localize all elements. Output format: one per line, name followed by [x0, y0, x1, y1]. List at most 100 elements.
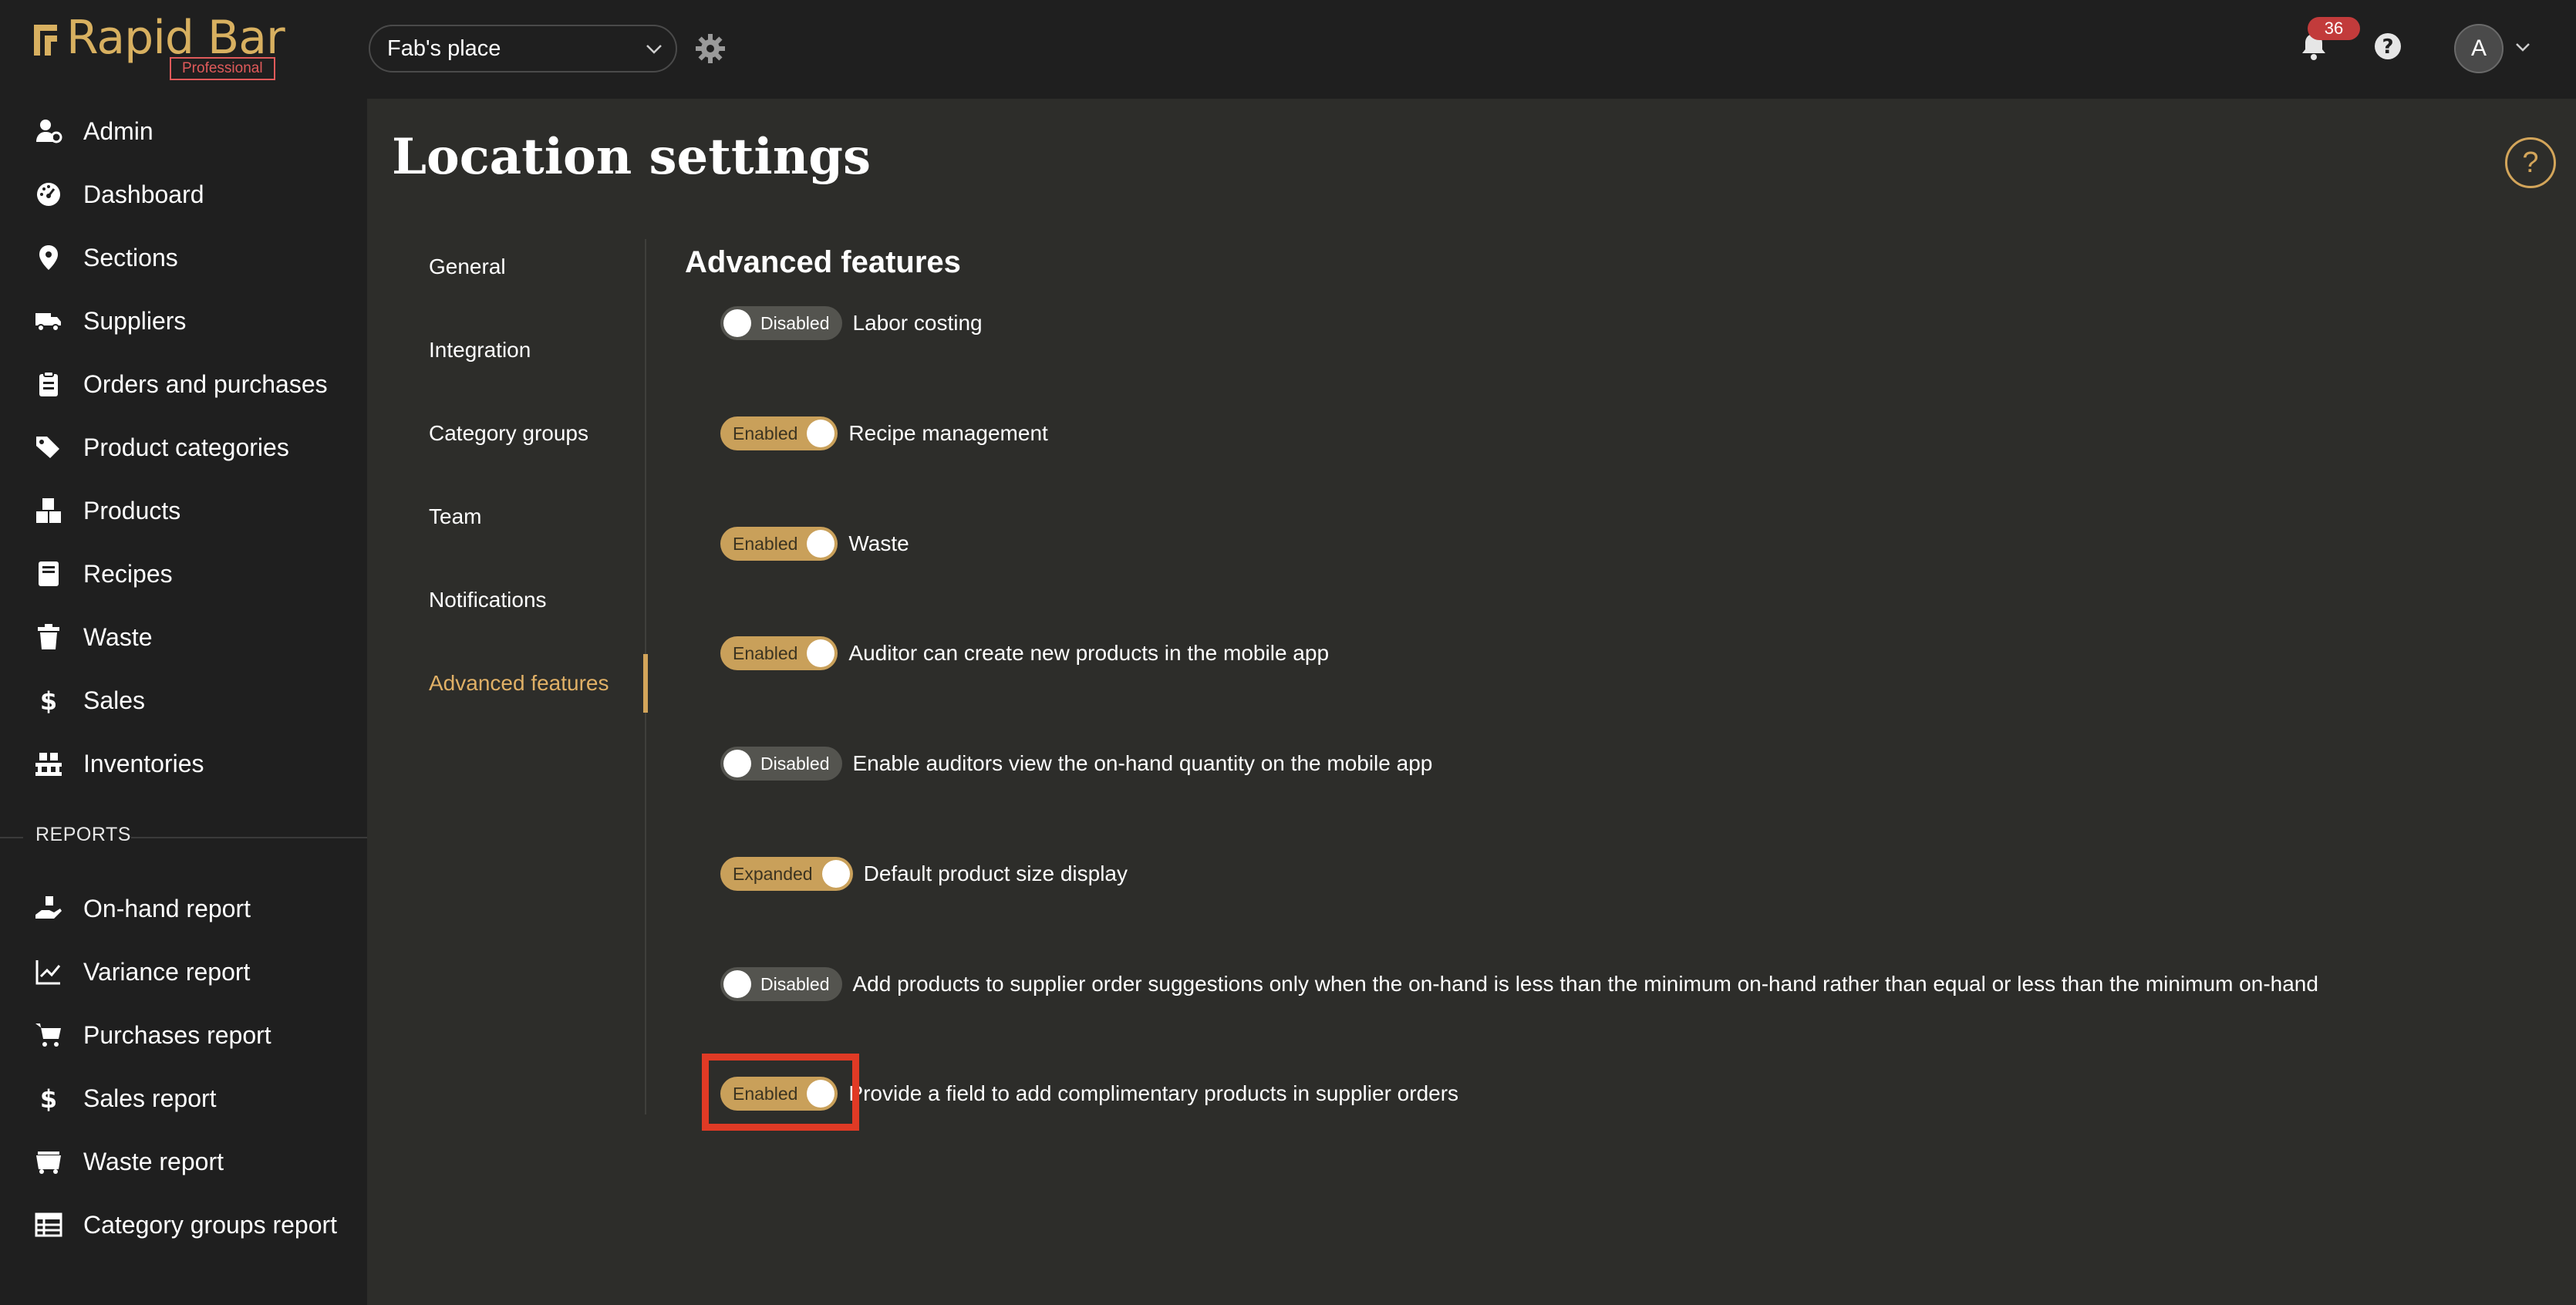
toggle-knob: [807, 530, 835, 558]
sidebar-item-sales[interactable]: $ Sales: [0, 669, 367, 731]
top-bar: Fab's place 36 ? A: [367, 0, 2576, 99]
tab-notifications[interactable]: Notifications: [429, 588, 547, 612]
tab-advanced-features[interactable]: Advanced features: [429, 671, 609, 696]
sidebar-item-label: Product categories: [83, 433, 289, 461]
boxes-icon: [34, 496, 63, 525]
chevron-down-icon[interactable]: [2514, 40, 2531, 54]
toggle-knob: [821, 860, 850, 888]
toggle-knob: [723, 970, 751, 998]
sidebar-item-on-hand-report[interactable]: On-hand report: [0, 878, 367, 939]
clipboard-icon: [34, 369, 63, 399]
waste-toggle[interactable]: Enabled: [720, 527, 838, 561]
tags-icon: [34, 433, 63, 462]
product-size-display-toggle[interactable]: Expanded: [720, 857, 853, 891]
avatar[interactable]: A: [2454, 24, 2504, 73]
map-pin-icon: [34, 243, 63, 272]
auditor-create-products-toggle[interactable]: Enabled: [720, 636, 838, 670]
toggle-state: Expanded: [733, 863, 813, 884]
table-icon: [34, 1210, 63, 1239]
admin-user-icon: [34, 116, 63, 146]
sidebar-item-waste-report[interactable]: Waste report: [0, 1131, 367, 1192]
toggle-state: Enabled: [733, 423, 798, 443]
plan-badge: Professional: [170, 57, 275, 80]
toggle-state: Disabled: [760, 753, 830, 774]
sidebar-item-variance-report[interactable]: Variance report: [0, 941, 367, 1003]
sidebar-item-label: Dashboard: [83, 180, 204, 208]
sidebar-item-product-categories[interactable]: Product categories: [0, 416, 367, 478]
tab-integration[interactable]: Integration: [429, 338, 531, 362]
toggle-state: Enabled: [733, 642, 798, 663]
sidebar-item-products[interactable]: Products: [0, 480, 367, 541]
page-help-button[interactable]: ?: [2505, 137, 2556, 188]
trash-icon: [34, 622, 63, 652]
location-select-value: Fab's place: [387, 35, 501, 61]
sidebar-item-dashboard[interactable]: Dashboard: [0, 164, 367, 225]
feature-label: Add products to supplier order suggestio…: [852, 972, 2318, 996]
toggle-state: Enabled: [733, 533, 798, 554]
section-title: Advanced features: [685, 245, 961, 279]
sidebar-item-recipes[interactable]: Recipes: [0, 543, 367, 605]
feature-row-waste: Enabled Waste: [720, 525, 909, 562]
toggle-knob: [723, 309, 751, 337]
feature-row-recipe-management: Enabled Recipe management: [720, 415, 1048, 452]
truck-icon: [34, 306, 63, 336]
feature-row-auditor-create-products: Enabled Auditor can create new products …: [720, 635, 1329, 672]
hand-holding-icon: [34, 894, 63, 923]
feature-row-order-suggestions: Disabled Add products to supplier order …: [720, 966, 2318, 1003]
sidebar-item-label: Purchases report: [83, 1020, 271, 1049]
sidebar-item-label: Inventories: [83, 749, 204, 777]
cart-icon: [34, 1020, 63, 1050]
toggle-state: Disabled: [760, 312, 830, 333]
tab-general[interactable]: General: [429, 255, 506, 279]
tab-category-groups[interactable]: Category groups: [429, 421, 588, 446]
page-title: Location settings: [392, 128, 871, 186]
sidebar-item-label: Recipes: [83, 559, 173, 588]
sidebar-item-purchases-report[interactable]: Purchases report: [0, 1004, 367, 1066]
order-suggestions-toggle[interactable]: Disabled: [720, 967, 842, 1001]
dashboard-gauge-icon: [34, 180, 63, 209]
sidebar-item-category-groups-report[interactable]: Category groups report: [0, 1194, 367, 1256]
feature-label: Provide a field to add complimentary pro…: [848, 1081, 1459, 1105]
sidebar-item-label: Orders and purchases: [83, 369, 328, 398]
feature-row-labor-costing: Disabled Labor costing: [720, 305, 983, 342]
sidebar-item-orders[interactable]: Orders and purchases: [0, 353, 367, 415]
feature-label: Default product size display: [863, 862, 1128, 885]
dumpster-icon: [34, 1147, 63, 1176]
help-icon[interactable]: ?: [2372, 31, 2403, 62]
sidebar-item-label: Category groups report: [83, 1210, 338, 1239]
notification-count-badge: 36: [2308, 17, 2360, 40]
divider: [131, 837, 367, 838]
auditor-on-hand-toggle[interactable]: Disabled: [720, 747, 842, 781]
sidebar-item-admin[interactable]: Admin: [0, 100, 367, 162]
sidebar-item-sections[interactable]: Sections: [0, 227, 367, 288]
divider: [0, 837, 23, 838]
feature-row-auditor-on-hand: Disabled Enable auditors view the on-han…: [720, 745, 1432, 782]
sidebar-item-inventories[interactable]: Inventories: [0, 733, 367, 794]
recipe-management-toggle[interactable]: Enabled: [720, 416, 838, 450]
toggle-knob: [807, 639, 835, 667]
dollar-icon: $: [34, 686, 63, 715]
toggle-knob: [723, 750, 751, 777]
feature-label: Labor costing: [852, 311, 983, 335]
feature-label: Waste: [848, 531, 909, 555]
toggle-knob: [807, 420, 835, 447]
sidebar-item-sales-report[interactable]: $ Sales report: [0, 1067, 367, 1129]
sidebar-item-suppliers[interactable]: Suppliers: [0, 290, 367, 352]
app-logo[interactable]: Rapid Bar Professional: [31, 11, 293, 84]
pallet-icon: [34, 749, 63, 778]
sidebar-item-label: Variance report: [83, 957, 251, 986]
svg-text:?: ?: [2382, 35, 2393, 59]
labor-costing-toggle[interactable]: Disabled: [720, 306, 842, 340]
location-select[interactable]: Fab's place: [369, 25, 677, 72]
dollar-icon: $: [34, 1084, 63, 1113]
sidebar-item-label: Sections: [83, 243, 178, 271]
tab-team[interactable]: Team: [429, 504, 481, 529]
book-icon: [34, 559, 63, 588]
sidebar-item-label: Waste: [83, 622, 153, 651]
chevron-down-icon: [646, 45, 662, 54]
sidebar-item-waste[interactable]: Waste: [0, 606, 367, 668]
gear-icon[interactable]: [694, 32, 727, 65]
sidebar-item-label: Suppliers: [83, 306, 187, 335]
sidebar-item-label: Sales: [83, 686, 146, 714]
logo-mark-icon: [34, 25, 57, 56]
